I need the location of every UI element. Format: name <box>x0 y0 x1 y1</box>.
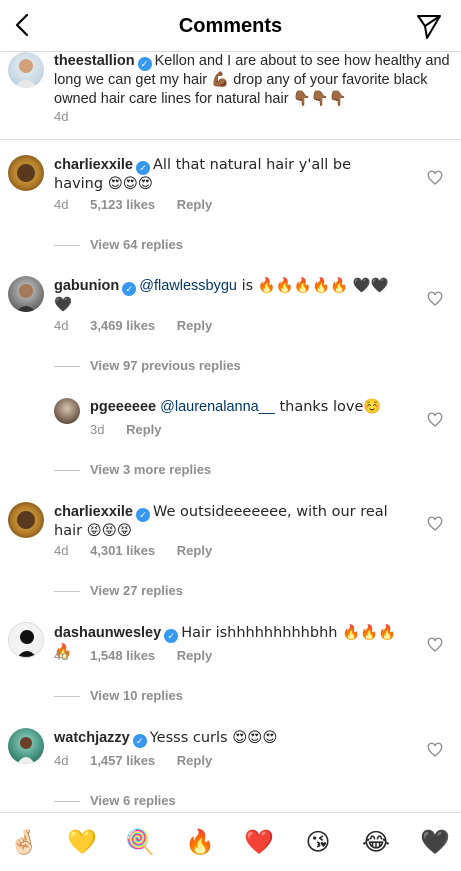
crossed-fingers-emoji-button[interactable]: 🤞🏻 <box>9 827 39 857</box>
caption-meta: 4d <box>54 109 86 124</box>
reply-button[interactable]: Reply <box>177 318 212 333</box>
caption-time: 4d <box>54 109 69 124</box>
verified-badge-icon: ✓ <box>136 161 150 175</box>
comment-meta: 4d 5,123 likes Reply <box>54 197 230 212</box>
avatar[interactable] <box>8 155 44 191</box>
comment-time: 4d <box>54 197 69 212</box>
comment-meta: 4d 3,469 likes Reply <box>54 318 230 333</box>
reply-username[interactable]: pgeeeeee <box>90 399 156 415</box>
comment-username[interactable]: charliexxile <box>54 504 133 520</box>
comment-meta: 4d 1,548 likes Reply <box>54 648 230 663</box>
emoji-quick-bar: 🤞🏻 💛 🍭 🔥 ❤️ 😘 😂 🖤 <box>0 812 461 871</box>
comment-likes[interactable]: 3,469 likes <box>90 318 155 333</box>
comment-likes[interactable]: 5,123 likes <box>90 197 155 212</box>
reply-body: thanks love☺️ <box>274 399 382 415</box>
black-heart-emoji-button[interactable]: 🖤 <box>420 827 450 857</box>
view-replies-button[interactable]: View 6 replies <box>54 793 176 808</box>
comment-text: watchjazzy ✓ Yesss curls 😍😍😍 <box>54 729 394 748</box>
like-heart-icon[interactable] <box>427 170 443 186</box>
like-heart-icon[interactable] <box>427 637 443 653</box>
like-heart-icon[interactable] <box>427 291 443 307</box>
comment-text: charliexxile ✓ We outsideeeeeee, with our … <box>54 503 394 541</box>
reply-button[interactable]: Reply <box>177 648 212 663</box>
view-replies-button[interactable]: View 3 more replies <box>54 462 211 477</box>
avatar[interactable] <box>8 728 44 764</box>
verified-badge-icon: ✓ <box>122 282 137 296</box>
comment-body: Yesss curls 😍😍😍 <box>149 730 278 746</box>
like-heart-icon[interactable] <box>427 516 443 532</box>
caption-username[interactable]: theestallion <box>54 53 135 69</box>
yellow-heart-emoji-button[interactable]: 💛 <box>67 827 97 857</box>
comment-username[interactable]: watchjazzy <box>54 730 130 746</box>
red-heart-emoji-button[interactable]: ❤️ <box>244 827 274 857</box>
like-heart-icon[interactable] <box>427 412 443 428</box>
lollipop-emoji-button[interactable]: 🍭 <box>125 827 155 857</box>
verified-badge-icon: ✓ <box>132 734 147 748</box>
view-replies-button[interactable]: View 97 previous replies <box>54 358 241 373</box>
comments-header: Comments <box>0 0 461 52</box>
view-replies-button[interactable]: View 27 replies <box>54 583 183 598</box>
reply-time: 3d <box>90 422 105 437</box>
kiss-face-emoji-button[interactable]: 😘 <box>303 827 333 857</box>
post-caption: theestallion ✓ Kellon and I are about to s… <box>0 52 461 140</box>
avatar[interactable] <box>8 276 44 312</box>
verified-badge-icon: ✓ <box>137 57 152 71</box>
comment-likes[interactable]: 1,457 likes <box>90 753 155 768</box>
avatar[interactable] <box>54 398 80 424</box>
reply-button[interactable]: Reply <box>177 543 212 558</box>
verified-badge-icon: ✓ <box>136 508 150 522</box>
comment-username[interactable]: gabunion <box>54 278 119 294</box>
reply-button[interactable]: Reply <box>177 197 212 212</box>
view-replies-button[interactable]: View 64 replies <box>54 237 183 252</box>
comment-time: 4d <box>54 648 69 663</box>
reply-button[interactable]: Reply <box>126 422 161 437</box>
verified-badge-icon: ✓ <box>164 629 179 643</box>
comment-text: gabunion ✓ @flawlessbygu is 🔥🔥🔥🔥🔥 🖤🖤🖤 <box>54 277 399 315</box>
comment-likes[interactable]: 4,301 likes <box>90 543 155 558</box>
send-icon[interactable] <box>415 12 443 40</box>
mention-link[interactable]: @flawlessbygu <box>139 278 237 294</box>
comment-time: 4d <box>54 753 69 768</box>
comment-likes[interactable]: 1,548 likes <box>90 648 155 663</box>
avatar[interactable] <box>8 622 44 658</box>
caption-text: theestallion ✓ Kellon and I are about to s… <box>54 52 454 109</box>
avatar[interactable] <box>8 502 44 538</box>
comment-meta: 4d 1,457 likes Reply <box>54 753 230 768</box>
comment-time: 4d <box>54 543 69 558</box>
comment-time: 4d <box>54 318 69 333</box>
comment-username[interactable]: charliexxile <box>54 157 133 173</box>
view-replies-button[interactable]: View 10 replies <box>54 688 183 703</box>
comment-text: charliexxile ✓ All that natural hair y'all… <box>54 156 394 194</box>
page-title: Comments <box>178 15 283 37</box>
reply-text: pgeeeeee @laurenalanna__ thanks love☺️ <box>90 398 400 417</box>
reply-meta: 3d Reply <box>90 422 180 437</box>
comment-meta: 4d 4,301 likes Reply <box>54 543 230 558</box>
tears-of-joy-emoji-button[interactable]: 😂 <box>361 827 391 857</box>
avatar[interactable] <box>8 52 44 88</box>
fire-emoji-button[interactable]: 🔥 <box>185 827 215 857</box>
reply-button[interactable]: Reply <box>177 753 212 768</box>
mention-link[interactable]: @laurenalanna__ <box>160 399 275 415</box>
like-heart-icon[interactable] <box>427 742 443 758</box>
comment-username[interactable]: dashaunwesley <box>54 625 161 641</box>
